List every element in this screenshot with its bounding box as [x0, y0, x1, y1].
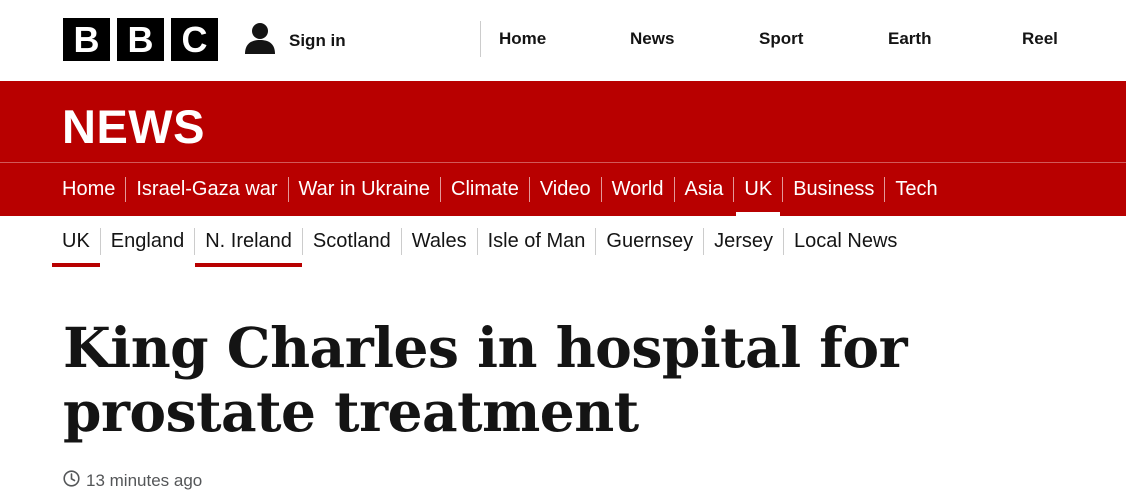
- global-nav-reel[interactable]: Reel: [1022, 21, 1058, 57]
- nav-separator: [600, 177, 602, 202]
- section-nav-label: Israel-Gaza war: [136, 178, 278, 200]
- section-nav-home[interactable]: Home: [62, 163, 115, 216]
- section-nav-climate[interactable]: Climate: [451, 163, 519, 216]
- sub-nav-england[interactable]: England: [111, 216, 184, 267]
- section-nav-label: Climate: [451, 178, 519, 200]
- sub-nav-label: Scotland: [312, 230, 391, 252]
- clock-icon: [63, 470, 80, 492]
- sub-nav-label: Jersey: [714, 230, 774, 252]
- logo-letter-b2: B: [117, 18, 164, 61]
- nav-separator: [476, 228, 478, 255]
- global-nav: Home News Sport Earth Reel: [480, 21, 1058, 57]
- section-nav-asia[interactable]: Asia: [685, 163, 724, 216]
- nav-separator: [783, 228, 785, 255]
- user-icon: [243, 21, 277, 60]
- global-nav-news[interactable]: News: [630, 21, 674, 57]
- nav-separator: [782, 177, 784, 202]
- news-brand-title[interactable]: NEWS: [62, 99, 205, 154]
- sub-nav-uk[interactable]: UK: [52, 216, 100, 267]
- sub-nav-n-ireland[interactable]: N. Ireland: [195, 216, 302, 267]
- sub-nav-isle-of-man[interactable]: Isle of Man: [488, 216, 586, 267]
- section-nav-uk[interactable]: UK: [736, 163, 780, 216]
- nav-separator: [440, 177, 442, 202]
- global-nav-earth[interactable]: Earth: [888, 21, 931, 57]
- nav-separator: [595, 228, 597, 255]
- section-nav-business[interactable]: Business: [793, 163, 874, 216]
- sub-nav-label: N. Ireland: [205, 230, 292, 252]
- news-masthead: NEWS Home Israel-Gaza war War in Ukraine…: [0, 81, 1126, 216]
- sub-nav-scotland[interactable]: Scotland: [313, 216, 391, 267]
- section-nav: Home Israel-Gaza war War in Ukraine Clim…: [62, 163, 938, 216]
- sub-nav-label: Isle of Man: [487, 230, 586, 252]
- section-nav-israel-gaza-war[interactable]: Israel-Gaza war: [136, 163, 277, 216]
- nav-separator: [884, 177, 886, 202]
- sub-nav-label: Local News: [794, 230, 898, 252]
- sub-nav-local-news[interactable]: Local News: [794, 216, 897, 267]
- section-nav-tech[interactable]: Tech: [895, 163, 937, 216]
- sub-nav-label: Wales: [411, 230, 467, 252]
- sub-nav-jersey[interactable]: Jersey: [714, 216, 773, 267]
- nav-separator: [673, 177, 675, 202]
- sub-nav-guernsey[interactable]: Guernsey: [606, 216, 693, 267]
- section-nav-label: UK: [744, 178, 773, 200]
- article-headline: King Charles in hospital for prostate tr…: [63, 315, 908, 444]
- section-nav-label: World: [611, 178, 664, 200]
- nav-separator: [301, 228, 303, 255]
- section-nav-label: Home: [62, 178, 116, 200]
- uk-sub-nav: UK England N. Ireland Scotland Wales Isl…: [52, 216, 897, 267]
- logo-letter-c: C: [171, 18, 218, 61]
- nav-separator: [287, 177, 289, 202]
- article-timestamp: 13 minutes ago: [63, 470, 202, 492]
- section-nav-label: Tech: [895, 178, 938, 200]
- logo-letter-b1: B: [63, 18, 110, 61]
- nav-separator: [733, 177, 735, 202]
- timestamp-text: 13 minutes ago: [86, 471, 203, 490]
- section-nav-video[interactable]: Video: [540, 163, 591, 216]
- nav-separator: [703, 228, 705, 255]
- nav-separator: [400, 228, 402, 255]
- section-nav-war-in-ukraine[interactable]: War in Ukraine: [299, 163, 431, 216]
- sign-in-button[interactable]: Sign in: [243, 21, 346, 60]
- nav-separator: [99, 228, 101, 255]
- section-nav-label: Video: [539, 178, 591, 200]
- sub-nav-label: UK: [62, 230, 90, 252]
- sub-nav-wales[interactable]: Wales: [412, 216, 467, 267]
- nav-separator: [528, 177, 530, 202]
- nav-separator: [125, 177, 127, 202]
- sub-nav-label: England: [110, 230, 185, 252]
- sub-nav-label: Guernsey: [606, 230, 694, 252]
- sign-in-label: Sign in: [289, 30, 346, 50]
- section-nav-world[interactable]: World: [612, 163, 664, 216]
- nav-separator: [194, 228, 196, 255]
- bbc-logo[interactable]: B B C: [63, 18, 218, 61]
- section-nav-label: Asia: [684, 178, 724, 200]
- global-nav-home[interactable]: Home: [499, 21, 546, 57]
- section-nav-label: Business: [793, 178, 875, 200]
- global-nav-sport[interactable]: Sport: [759, 21, 803, 57]
- section-nav-label: War in Ukraine: [298, 178, 431, 200]
- global-header: B B C Sign in Home News Sport Earth Reel: [0, 0, 1126, 81]
